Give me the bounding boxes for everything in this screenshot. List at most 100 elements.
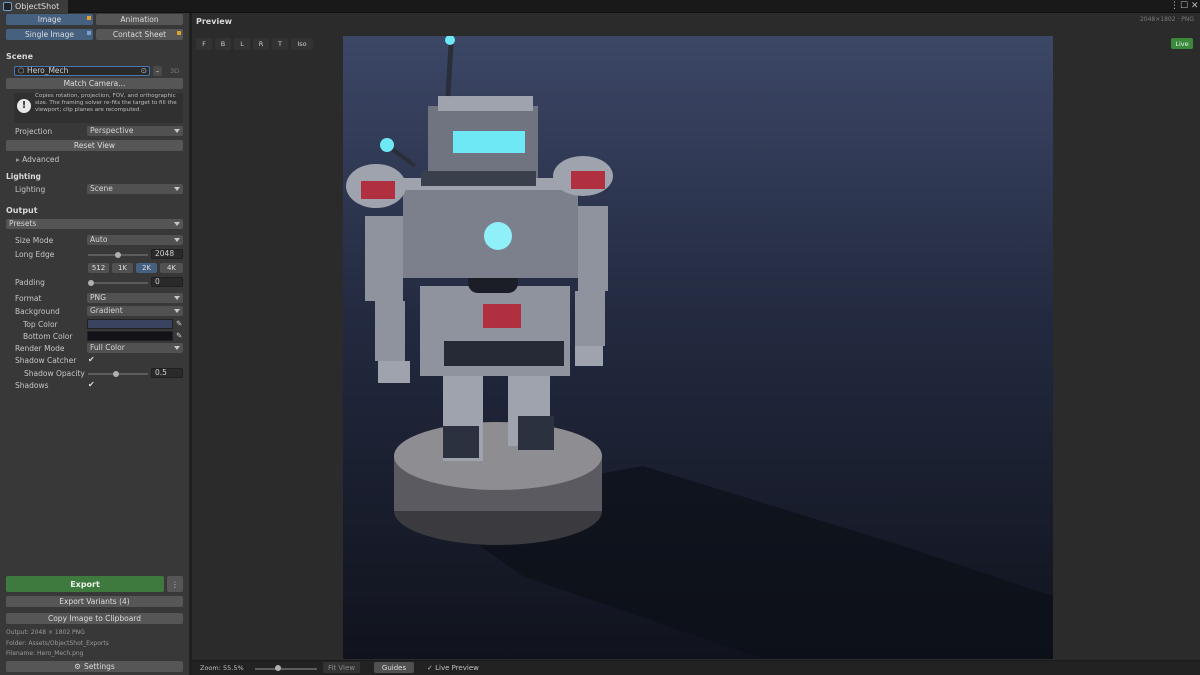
view-top-button[interactable]: T [272, 38, 288, 50]
padding-input[interactable]: 0 [151, 277, 183, 287]
kebab-menu-icon[interactable]: ⋮ [1170, 1, 1179, 11]
reset-view-button[interactable]: Reset View [6, 140, 183, 151]
chevron-down-icon [174, 187, 180, 191]
export-button[interactable]: Export [6, 576, 164, 592]
chevron-down-icon [174, 309, 180, 313]
tab-single-image-label: Single Image [25, 30, 74, 39]
minus-icon: – [155, 66, 160, 76]
close-icon[interactable]: ✕ [1191, 1, 1199, 11]
info-box: ! Copies rotation, projection, FOV, and … [14, 93, 183, 123]
lighting-dropdown[interactable]: Scene [87, 184, 183, 194]
live-preview-label: Live Preview [435, 664, 479, 672]
shadow-opacity-slider-handle[interactable] [113, 371, 119, 377]
window-title: ObjectShot [15, 2, 60, 11]
target-picker-icon[interactable]: ⊙ [141, 67, 147, 75]
shadows-label: Shadows [15, 381, 49, 390]
target-object-field[interactable]: ⬡ Hero_Mech ⊙ [14, 66, 150, 76]
top-color-label: Top Color [23, 320, 58, 329]
side-antenna-light [380, 138, 394, 152]
maximize-icon[interactable]: ☐ [1180, 1, 1188, 11]
size-1k-button[interactable]: 1K [112, 263, 133, 273]
projection-dropdown[interactable]: Perspective [87, 126, 183, 136]
background-value: Gradient [90, 306, 123, 315]
size-512-button[interactable]: 512 [88, 263, 109, 273]
tab-image-label: Image [37, 15, 62, 24]
head-top [438, 96, 533, 111]
live-badge: Live [1171, 38, 1193, 49]
export-label: Export [70, 579, 100, 589]
reset-view-label: Reset View [73, 141, 116, 150]
export-variants-button[interactable]: Export Variants (4) [6, 596, 183, 607]
size-mode-value: Auto [90, 235, 108, 244]
target-options-button[interactable]: – [153, 66, 162, 76]
tab-contact-sheet[interactable]: Contact Sheet [96, 29, 183, 40]
size-4k-button[interactable]: 4K [160, 263, 183, 273]
tab-single-image[interactable]: Single Image [6, 29, 93, 40]
eyedropper-icon[interactable]: ✎ [176, 331, 182, 340]
visor [453, 131, 525, 153]
guides-button[interactable]: Guides [374, 662, 414, 673]
size-2k-button[interactable]: 2K [136, 263, 157, 273]
padding-slider[interactable] [88, 282, 148, 284]
view-left-button[interactable]: L [234, 38, 250, 50]
render-mode-dropdown[interactable]: Full Color [87, 343, 183, 353]
bottom-color-label: Bottom Color [23, 332, 73, 341]
scene-heading: Scene [6, 52, 34, 61]
tab-animation[interactable]: Animation [96, 14, 183, 25]
eyedropper-icon[interactable]: ✎ [176, 319, 182, 328]
chest-light [484, 222, 512, 250]
tab-animation-label: Animation [120, 15, 159, 24]
shadow-opacity-input[interactable]: 0.5 [151, 368, 183, 378]
neck [421, 171, 536, 186]
top-color-swatch[interactable] [87, 319, 173, 329]
objectshot-icon [3, 2, 12, 11]
title-bar: ObjectShot ⋮ ☐ ✕ [0, 0, 1200, 13]
view-iso-button[interactable]: Iso [291, 38, 313, 50]
tab-image[interactable]: Image [6, 14, 93, 25]
target-mode-label: 3D [170, 67, 180, 75]
output-heading: Output [6, 206, 38, 215]
view-right-button[interactable]: R [253, 38, 269, 50]
shadow-catcher-checkbox[interactable]: ✔ [88, 355, 95, 364]
match-camera-label: Match Camera... [63, 79, 126, 88]
right-upper-arm [578, 206, 608, 291]
long-edge-slider-handle[interactable] [115, 252, 121, 258]
padding-slider-handle[interactable] [88, 280, 94, 286]
shadows-checkbox[interactable]: ✔ [88, 380, 95, 389]
render-preview-canvas[interactable] [343, 36, 1053, 659]
size-mode-dropdown[interactable]: Auto [87, 235, 183, 245]
live-preview-toggle[interactable]: ✓ Live Preview [427, 664, 479, 672]
copy-to-clipboard-button[interactable]: Copy Image to Clipboard [6, 613, 183, 624]
zoom-slider[interactable] [255, 668, 317, 670]
match-camera-button[interactable]: Match Camera... [6, 78, 183, 89]
settings-button[interactable]: ⚙ Settings [6, 661, 183, 672]
hip-panel [483, 304, 521, 328]
fit-view-button[interactable]: Fit View [323, 662, 360, 673]
format-dropdown[interactable]: PNG [87, 293, 183, 303]
view-back-button[interactable]: B [215, 38, 231, 50]
chevron-down-icon [174, 238, 180, 242]
left-hand [378, 361, 410, 383]
export-variants-label: Export Variants (4) [59, 597, 130, 606]
presets-dropdown[interactable]: Presets [6, 219, 183, 229]
left-forearm [375, 301, 405, 361]
zoom-slider-handle[interactable] [275, 665, 281, 671]
checkmark-icon: ✓ [427, 664, 436, 672]
advanced-foldout[interactable]: ▸ Advanced [16, 155, 59, 164]
bottom-color-swatch[interactable] [87, 331, 173, 341]
export-options-button[interactable]: ⋮ [167, 576, 183, 592]
status-dot [87, 31, 91, 35]
robot-render [346, 36, 1053, 659]
background-dropdown[interactable]: Gradient [87, 306, 183, 316]
chevron-down-icon [174, 346, 180, 350]
output-summary: Output: 2048 × 1802 PNG [6, 629, 85, 636]
format-label: Format [15, 294, 42, 303]
long-edge-input[interactable]: 2048 [151, 249, 183, 259]
window-tab[interactable]: ObjectShot [0, 0, 68, 13]
left-shoulder-panel [361, 181, 395, 199]
right-foot [518, 416, 554, 450]
more-icon: ⋮ [171, 579, 179, 589]
view-front-button[interactable]: F [196, 38, 212, 50]
target-object-name: Hero_Mech [26, 66, 69, 75]
tab-contact-sheet-label: Contact Sheet [112, 30, 167, 39]
